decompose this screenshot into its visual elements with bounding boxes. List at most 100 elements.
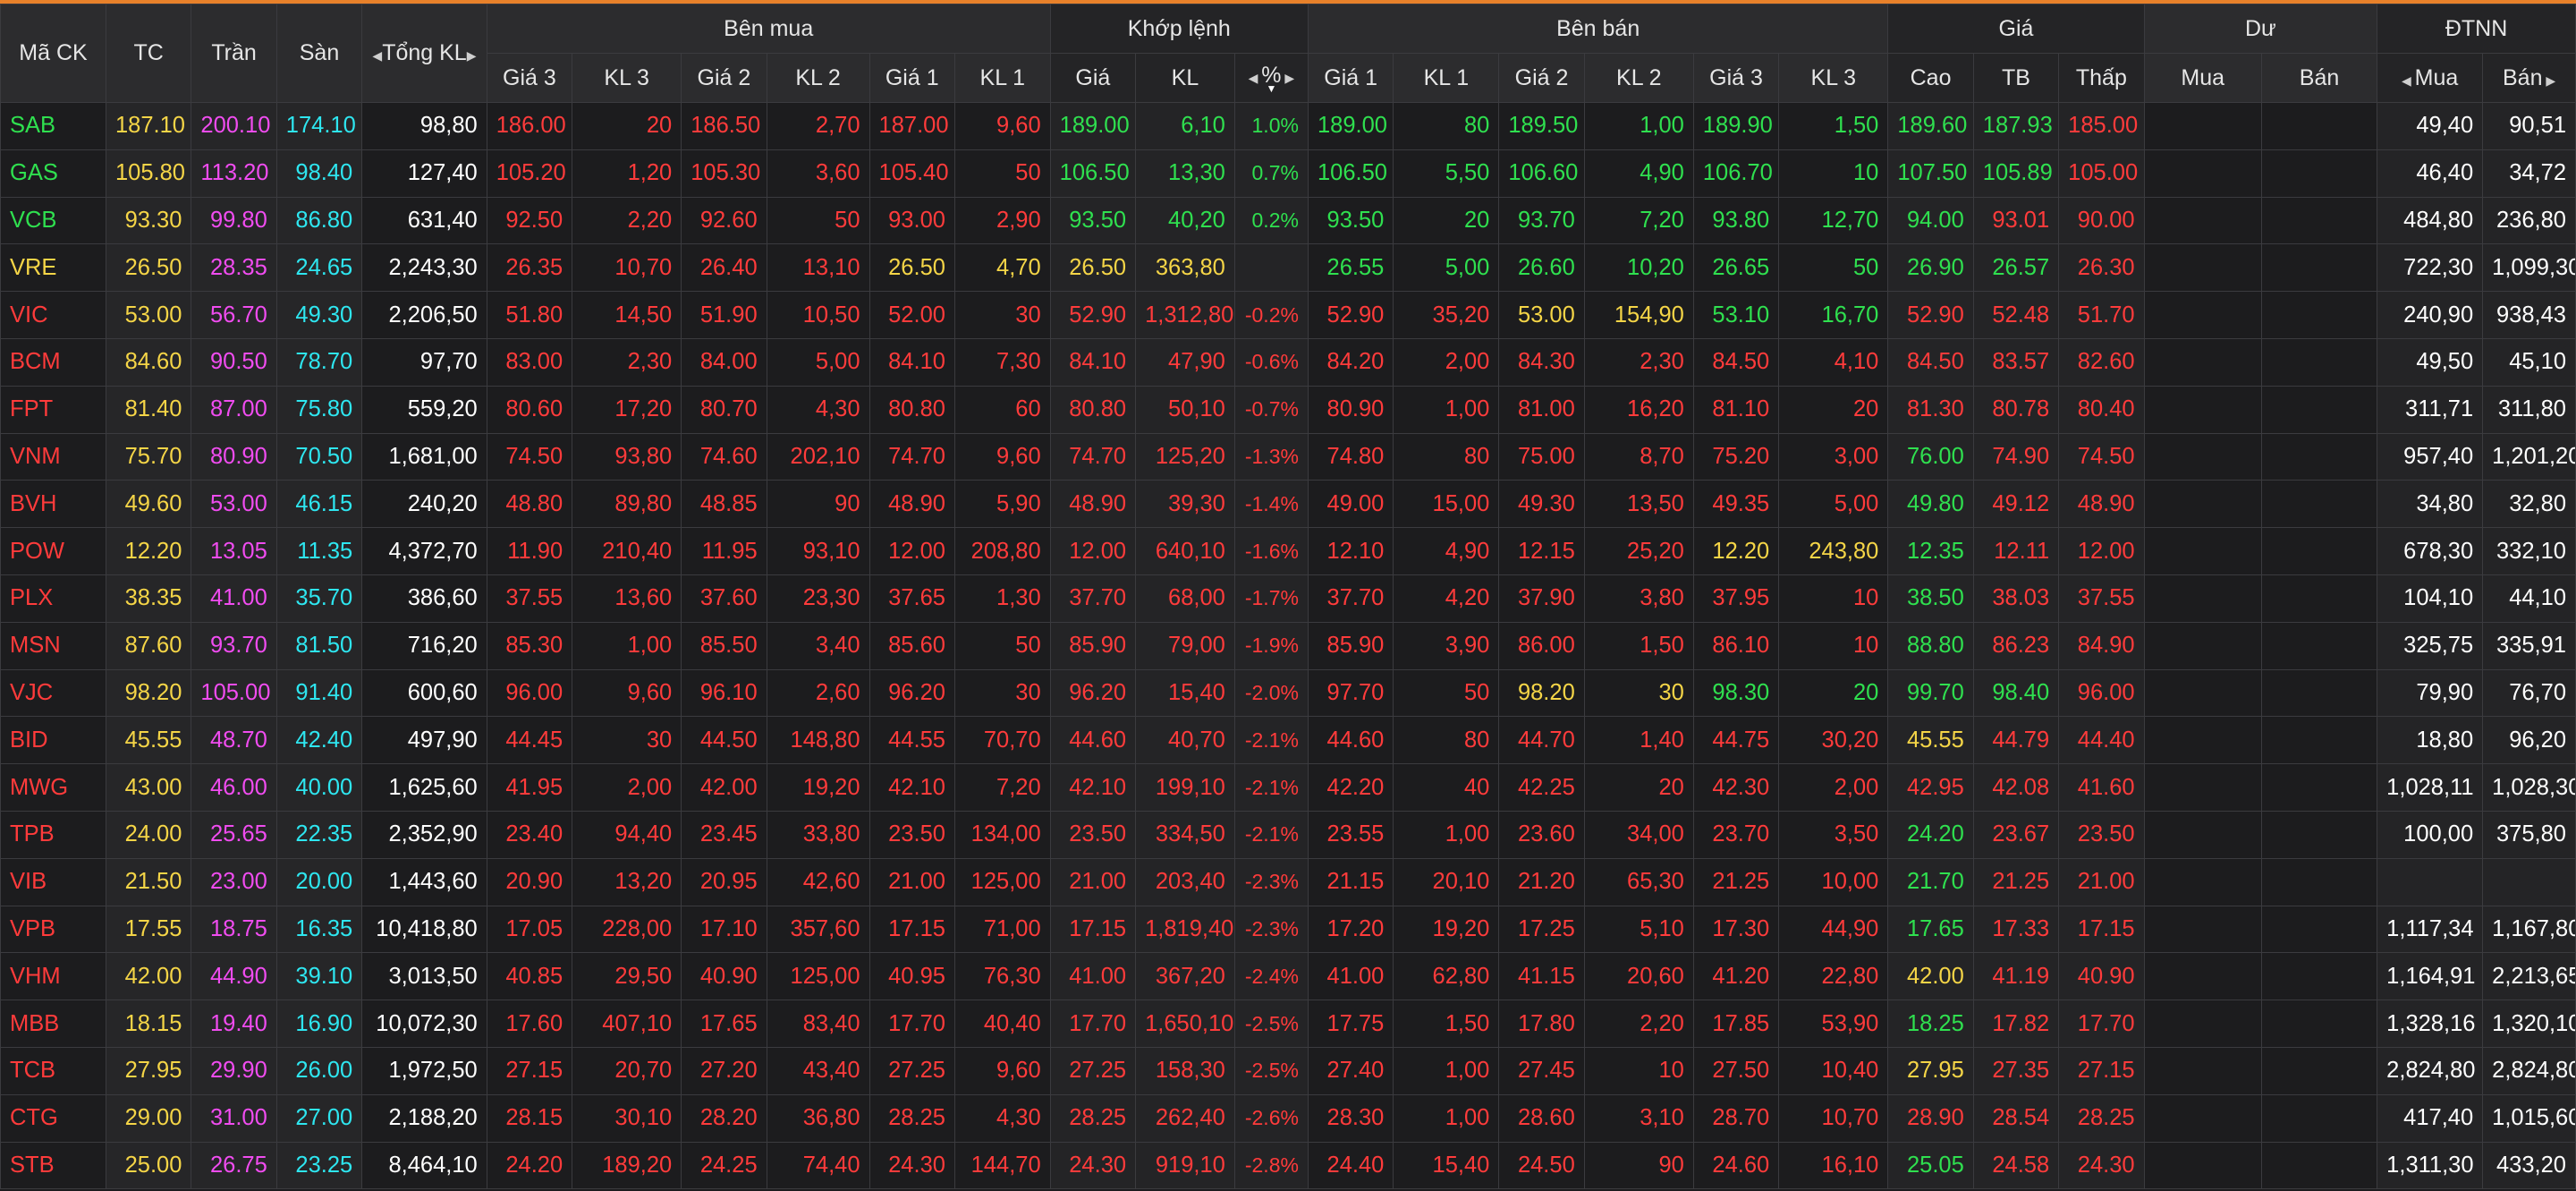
caret-left-icon[interactable]: ◀	[1249, 71, 1262, 85]
symbol-cell[interactable]: MBB	[0, 1000, 106, 1048]
table-row[interactable]: VJC 98.20 105.00 91.40 600,60 96.00 9,60 96.10 2…	[0, 668, 2576, 718]
col-symbol-header[interactable]: Mã CK	[0, 4, 106, 103]
foreign-cell-1: 1,167,80	[2482, 905, 2576, 954]
symbol-cell[interactable]: BCM	[0, 337, 106, 387]
symbol-cell[interactable]: PLX	[0, 574, 106, 623]
day-price-cell-2: 17.70	[2058, 1000, 2145, 1048]
table-row[interactable]: CTG 29.00 31.00 27.00 2,188,20 28.15 30,10 28.2…	[0, 1093, 2576, 1143]
table-row[interactable]: VHM 42.00 44.90 39.10 3,013,50 40.85 29,50 40.9…	[0, 952, 2576, 1001]
symbol-cell[interactable]: BVH	[0, 480, 106, 529]
table-row[interactable]: VIC 53.00 56.70 49.30 2,206,50 51.80 14,50 51.9…	[0, 291, 2576, 339]
table-row[interactable]: SAB 187.10 200.10 174.10 98,80 186.00 20 186.50…	[0, 102, 2576, 150]
price-col-0-header[interactable]: Cao	[1887, 53, 1974, 103]
bid-cell-4: 93.00	[869, 196, 955, 245]
caret-right-icon[interactable]: ▶	[467, 48, 477, 63]
foreign-cell-1: 1,015,60	[2482, 1093, 2576, 1143]
caret-right-icon[interactable]: ▶	[1282, 71, 1294, 85]
bid-cell-3: 5,00	[766, 337, 870, 387]
table-row[interactable]: STB 25.00 26.75 23.25 8,464,10 24.20 189,20 24.…	[0, 1141, 2576, 1190]
symbol-cell[interactable]: VRE	[0, 243, 106, 293]
table-row[interactable]: TPB 24.00 25.65 22.35 2,352,90 23.40 94,40 23.4…	[0, 810, 2576, 859]
ceiling-price-cell: 93.70	[191, 621, 277, 670]
symbol-cell[interactable]: VCB	[0, 196, 106, 245]
match-col-2-header[interactable]: ◀ % ▶ ▼	[1233, 53, 1309, 103]
foreign-col-0-header[interactable]: ◀ Mua	[2377, 53, 2484, 103]
buy-col-4-header[interactable]: Giá 1	[869, 53, 955, 103]
bid-cell-1: 14,50	[572, 291, 682, 339]
sell-col-2-header[interactable]: Giá 2	[1498, 53, 1585, 103]
foreign-cell-0: 18,80	[2377, 716, 2484, 765]
symbol-cell[interactable]: BID	[0, 716, 106, 765]
symbol-cell[interactable]: VIB	[0, 857, 106, 906]
symbol-cell[interactable]: GAS	[0, 149, 106, 198]
buy-col-5-header[interactable]: KL 1	[953, 53, 1051, 103]
ask-cell-2: 17.80	[1498, 1000, 1585, 1048]
symbol-cell[interactable]: TCB	[0, 1046, 106, 1095]
symbol-cell[interactable]: STB	[0, 1141, 106, 1190]
symbol-cell[interactable]: FPT	[0, 385, 106, 434]
foreign-col-1-header[interactable]: Bán ▶	[2482, 53, 2576, 103]
reference-price-cell: 24.00	[105, 810, 192, 859]
sell-col-4-header[interactable]: Giá 3	[1692, 53, 1780, 103]
match-cell-1: 40,70	[1135, 716, 1235, 765]
sell-col-5-header[interactable]: KL 3	[1778, 53, 1889, 103]
table-row[interactable]: BCM 84.60 90.50 78.70 97,70 83.00 2,30 84.00 5,0…	[0, 337, 2576, 387]
residual-cell-0	[2143, 668, 2262, 718]
symbol-cell[interactable]: POW	[0, 527, 106, 575]
ask-cell-1: 3,90	[1393, 621, 1500, 670]
col-floor-header[interactable]: Sàn	[275, 4, 363, 103]
price-col-2-header[interactable]: Thấp	[2058, 53, 2145, 103]
buy-col-2-header[interactable]: Giá 2	[681, 53, 767, 103]
table-row[interactable]: VNM 75.70 80.90 70.50 1,681,00 74.50 93,80 74.6…	[0, 432, 2576, 481]
ask-cell-2: 75.00	[1498, 432, 1585, 481]
symbol-cell[interactable]: MWG	[0, 763, 106, 812]
floor-price-cell: 78.70	[275, 337, 363, 387]
symbol-cell[interactable]: VPB	[0, 905, 106, 954]
reference-price-cell: 49.60	[105, 480, 192, 529]
table-row[interactable]: BID 45.55 48.70 42.40 497,90 44.45 30 44.50 148,…	[0, 716, 2576, 765]
table-row[interactable]: GAS 105.80 113.20 98.40 127,40 105.20 1,20 105.…	[0, 149, 2576, 198]
sell-col-0-header[interactable]: Giá 1	[1307, 53, 1394, 103]
symbol-cell[interactable]: VHM	[0, 952, 106, 1001]
symbol-cell[interactable]: TPB	[0, 810, 106, 859]
sell-col-3-header[interactable]: KL 2	[1583, 53, 1694, 103]
table-row[interactable]: MSN 87.60 93.70 81.50 716,20 85.30 1,00 85.50 3,…	[0, 621, 2576, 670]
buy-col-1-header[interactable]: KL 3	[572, 53, 682, 103]
reference-price-cell: 29.00	[105, 1093, 192, 1143]
caret-right-icon[interactable]: ▶	[2542, 73, 2555, 88]
du-col-1-header[interactable]: Bán	[2260, 53, 2378, 103]
symbol-cell[interactable]: SAB	[0, 102, 106, 150]
col-ceiling-header[interactable]: Trần	[191, 4, 277, 103]
col-total-volume-header[interactable]: ◀Tổng KL▶	[361, 4, 487, 103]
symbol-cell[interactable]: MSN	[0, 621, 106, 670]
sell-col-1-header[interactable]: KL 1	[1393, 53, 1500, 103]
table-row[interactable]: MBB 18.15 19.40 16.90 10,072,30 17.60 407,10 17…	[0, 1000, 2576, 1048]
table-row[interactable]: TCB 27.95 29.90 26.00 1,972,50 27.15 20,70 27.2…	[0, 1046, 2576, 1095]
symbol-cell[interactable]: VJC	[0, 668, 106, 718]
caret-left-icon[interactable]: ◀	[372, 48, 382, 63]
reference-price-cell: 187.10	[105, 102, 192, 150]
buy-col-0-header[interactable]: Giá 3	[486, 53, 573, 103]
table-row[interactable]: BVH 49.60 53.00 46.15 240,20 48.80 89,80 48.85 9…	[0, 480, 2576, 529]
table-row[interactable]: PLX 38.35 41.00 35.70 386,60 37.55 13,60 37.60 2…	[0, 574, 2576, 623]
buy-col-3-header[interactable]: KL 2	[766, 53, 870, 103]
table-row[interactable]: VRE 26.50 28.35 24.65 2,243,30 26.35 10,70 26.4…	[0, 243, 2576, 293]
table-row[interactable]: MWG 43.00 46.00 40.00 1,625,60 41.95 2,00 42.00…	[0, 763, 2576, 812]
table-row[interactable]: VPB 17.55 18.75 16.35 10,418,80 17.05 228,00 17…	[0, 905, 2576, 954]
table-row[interactable]: POW 12.20 13.05 11.35 4,372,70 11.90 210,40 11.…	[0, 527, 2576, 575]
match-col-1-header[interactable]: KL	[1135, 53, 1235, 103]
caret-left-icon[interactable]: ◀	[2402, 73, 2415, 88]
price-col-1-header[interactable]: TB	[1972, 53, 2060, 103]
du-col-0-header[interactable]: Mua	[2143, 53, 2262, 103]
symbol-cell[interactable]: VNM	[0, 432, 106, 481]
table-row[interactable]: FPT 81.40 87.00 75.80 559,20 80.60 17,20 80.70 4…	[0, 385, 2576, 434]
day-price-cell-2: 12.00	[2058, 527, 2145, 575]
symbol-cell[interactable]: VIC	[0, 291, 106, 339]
ask-cell-5: 2,00	[1778, 763, 1889, 812]
table-row[interactable]: VCB 93.30 99.80 86.80 631,40 92.50 2,20 92.60 50…	[0, 196, 2576, 245]
table-row[interactable]: VIB 21.50 23.00 20.00 1,443,60 20.90 13,20 20.9…	[0, 857, 2576, 906]
total-volume-cell: 240,20	[361, 480, 487, 529]
symbol-cell[interactable]: CTG	[0, 1093, 106, 1143]
col-tc-header[interactable]: TC	[105, 4, 192, 103]
match-col-0-header[interactable]: Giá	[1049, 53, 1137, 103]
